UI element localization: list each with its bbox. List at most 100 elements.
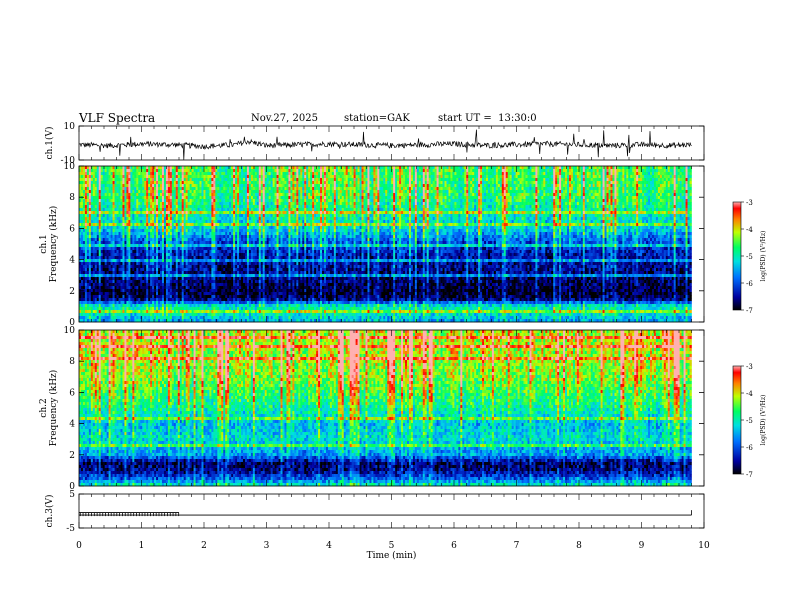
spectrogram-cell xyxy=(250,208,254,212)
spectrogram-cell xyxy=(161,208,165,212)
spectrogram-cell xyxy=(177,187,181,191)
spectrogram-cell xyxy=(252,196,256,200)
spectrogram-cell xyxy=(215,247,218,251)
spectrogram-cell xyxy=(142,295,145,299)
spectrogram-cell xyxy=(252,217,256,221)
spectrogram-cell xyxy=(173,235,177,239)
spectrogram-cell xyxy=(126,178,129,182)
spectrogram-cell xyxy=(241,310,244,314)
spectrogram-cell xyxy=(244,271,248,275)
spectrogram-cell xyxy=(231,208,234,212)
spectrogram-cell xyxy=(84,190,88,194)
spectrogram-cell xyxy=(175,250,179,254)
spectrogram-cell xyxy=(239,190,242,194)
spectrogram-cell xyxy=(144,316,147,320)
spectrogram-cell xyxy=(80,172,84,176)
spectrogram-cell xyxy=(237,259,240,263)
spectrogram-cell xyxy=(262,175,266,179)
spectrogram-cell xyxy=(134,175,137,179)
spectrogram-cell xyxy=(215,280,218,284)
spectrogram-cell xyxy=(104,313,107,317)
spectrogram-cell xyxy=(173,202,177,206)
spectrogram-cell xyxy=(217,187,220,191)
spectrogram-cell xyxy=(171,178,175,182)
spectrogram-cell xyxy=(122,256,125,260)
spectrogram-cell xyxy=(175,190,179,194)
spectrogram-cell xyxy=(221,307,224,311)
spectrogram-cell xyxy=(191,178,194,182)
spectrogram-cell xyxy=(154,277,157,281)
spectrogram-cell xyxy=(138,283,141,287)
spectrogram-cell xyxy=(215,202,218,206)
spectrogram-cell xyxy=(122,190,125,194)
spectrogram-cell xyxy=(114,304,117,308)
spectrogram-cell xyxy=(146,187,149,191)
spectrogram-cell xyxy=(175,265,179,269)
spectrogram-cell xyxy=(219,271,222,275)
spectrogram-cell xyxy=(237,253,240,257)
spectrogram-cell xyxy=(82,232,86,236)
spectrogram-cell xyxy=(122,202,125,206)
spectrogram-cell xyxy=(215,304,218,308)
spectrogram-cell xyxy=(260,259,264,263)
spectrogram-cell xyxy=(152,184,155,188)
spectrogram-cell xyxy=(126,289,129,293)
spectrogram-cell xyxy=(199,202,202,206)
spectrogram-cell xyxy=(213,184,216,188)
spectrogram-cell xyxy=(179,205,183,209)
spectrogram-cell xyxy=(134,310,137,314)
spectrogram-cell xyxy=(152,241,155,245)
spectrogram-cell xyxy=(221,304,224,308)
spectrogram-cell xyxy=(254,259,258,263)
spectrogram-cell xyxy=(173,247,177,251)
spectrogram-cell xyxy=(177,235,181,239)
spectrogram-cell xyxy=(246,175,250,179)
spectrogram-cell xyxy=(239,175,242,179)
spectrogram-cell xyxy=(217,169,220,173)
spectrogram-cell xyxy=(213,310,216,314)
spectrogram-cell xyxy=(211,229,214,233)
spectrogram-cell xyxy=(171,232,175,236)
spectrogram-cell xyxy=(86,214,90,218)
spectrogram-cell xyxy=(221,235,224,239)
spectrogram-cell xyxy=(112,211,115,215)
spectrogram-cell xyxy=(197,229,200,233)
spectrogram-cell xyxy=(219,169,222,173)
spectrogram-cell xyxy=(80,199,84,203)
spectrogram-cell xyxy=(256,304,260,308)
spectrogram-cell xyxy=(154,181,157,185)
spectrogram-cell xyxy=(146,184,149,188)
spectrogram-cell xyxy=(128,208,131,212)
spectrogram-cell xyxy=(152,208,155,212)
spectrogram-cell xyxy=(221,271,224,275)
spectrogram-cell xyxy=(239,295,242,299)
spectrogram-cell xyxy=(104,235,107,239)
spectrogram-cell xyxy=(254,244,258,248)
spectrogram-cell xyxy=(120,259,123,263)
spectrogram-cell xyxy=(258,301,262,305)
spectrogram-cell xyxy=(181,301,185,305)
spectrogram-cell xyxy=(223,265,226,269)
spectrogram-cell xyxy=(126,301,129,305)
spectrogram-cell xyxy=(217,217,220,221)
spectrogram-cell xyxy=(211,238,214,242)
spectrogram-cell xyxy=(106,313,109,317)
spectrogram-cell xyxy=(179,289,183,293)
spectrogram-cell xyxy=(254,268,258,272)
spectrogram-cell xyxy=(130,274,133,278)
spectrogram-cell xyxy=(140,226,143,230)
spectrogram-cell xyxy=(171,313,175,317)
spectrogram-cell xyxy=(106,205,109,209)
spectrogram-cell xyxy=(227,232,230,236)
spectrogram-cell xyxy=(193,226,196,230)
spectrogram-cell xyxy=(262,220,266,224)
spectrogram-cell xyxy=(165,256,169,260)
spectrogram-cell xyxy=(94,283,98,287)
spectrogram-cell xyxy=(215,253,218,257)
spectrogram-cell xyxy=(197,184,200,188)
spectrogram-cell xyxy=(189,268,192,272)
spectrogram-cell xyxy=(209,289,212,293)
spectrogram-cell xyxy=(124,283,127,287)
spectrogram-cell xyxy=(217,205,220,209)
spectrogram-cell xyxy=(86,232,90,236)
